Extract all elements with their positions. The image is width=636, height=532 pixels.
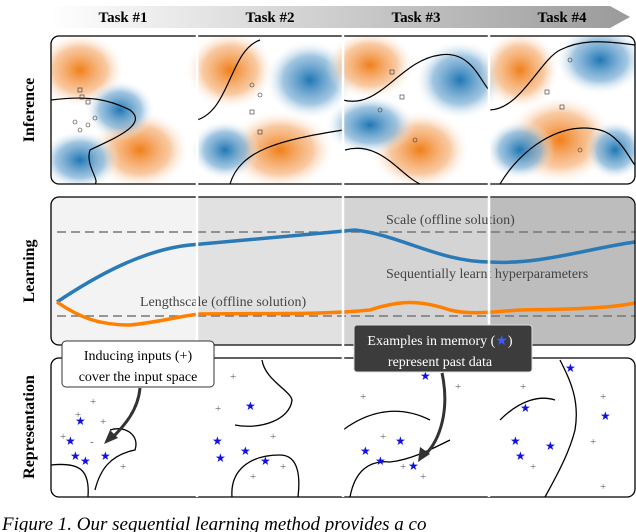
svg-text:Inducing inputs (+): Inducing inputs (+) — [84, 349, 193, 364]
inference-panel — [51, 36, 635, 184]
svg-text:★: ★ — [360, 444, 371, 458]
task-label: Task #2 — [245, 10, 294, 26]
svg-text:+: + — [90, 396, 96, 408]
svg-text:★: ★ — [240, 444, 251, 458]
svg-text:★: ★ — [515, 449, 526, 463]
svg-text:+: + — [270, 431, 276, 443]
svg-text:+: + — [590, 436, 596, 448]
row-label-learning: Learning — [21, 239, 38, 302]
svg-text:+: + — [380, 431, 386, 443]
svg-text:+: + — [215, 403, 221, 415]
svg-text:+: + — [280, 461, 286, 473]
svg-text:★: ★ — [212, 434, 223, 448]
svg-text:+: + — [360, 391, 366, 403]
svg-text:+: + — [250, 471, 256, 483]
svg-text:+: + — [420, 471, 426, 483]
lengthscale-label: Lengthscale (offline solution) — [140, 295, 306, 310]
svg-text:+: + — [230, 371, 236, 383]
svg-text:+: + — [120, 461, 126, 473]
figure: Task #1 Task #2 Task #3 Task #4 Inferenc… — [1, 6, 636, 532]
svg-text:represent past data: represent past data — [388, 355, 493, 370]
svg-text:+: + — [530, 461, 536, 473]
svg-text:+: + — [100, 416, 106, 428]
scale-label: Scale (offline solution) — [386, 213, 515, 228]
svg-text:★: ★ — [600, 409, 611, 423]
task-label: Task #1 — [98, 10, 147, 26]
svg-text:+: + — [455, 381, 461, 393]
svg-text:★: ★ — [245, 399, 256, 413]
svg-text:★: ★ — [215, 451, 226, 465]
task-label: Task #4 — [537, 10, 587, 26]
svg-text:★: ★ — [260, 454, 271, 468]
svg-text:★: ★ — [80, 454, 91, 468]
row-label-representation: Representation — [21, 375, 38, 479]
task-label: Task #3 — [391, 10, 440, 26]
svg-text:★: ★ — [375, 454, 386, 468]
svg-text:cover the input space: cover the input space — [79, 370, 198, 385]
svg-text:★: ★ — [100, 449, 111, 463]
svg-text:-: - — [90, 436, 94, 448]
row-label-inference: Inference — [21, 78, 38, 143]
svg-text:★: ★ — [65, 434, 76, 448]
svg-text:★: ★ — [565, 361, 576, 375]
svg-text:★: ★ — [75, 414, 86, 428]
svg-text:+: + — [520, 381, 526, 393]
svg-text:★: ★ — [520, 401, 531, 415]
svg-text:★: ★ — [510, 434, 521, 448]
svg-text:★: ★ — [395, 434, 406, 448]
sequential-label: Sequentially learnt hyperparameters — [386, 267, 588, 282]
svg-text:★: ★ — [545, 439, 556, 453]
svg-text:+: + — [600, 391, 606, 403]
svg-text:★: ★ — [408, 459, 419, 473]
svg-text:+: + — [600, 481, 606, 493]
figure-caption: Figure 1. Our sequential learning method… — [1, 514, 426, 532]
svg-text:+: + — [400, 461, 406, 473]
svg-text:Examples in memory (★): Examples in memory (★) — [367, 334, 512, 349]
